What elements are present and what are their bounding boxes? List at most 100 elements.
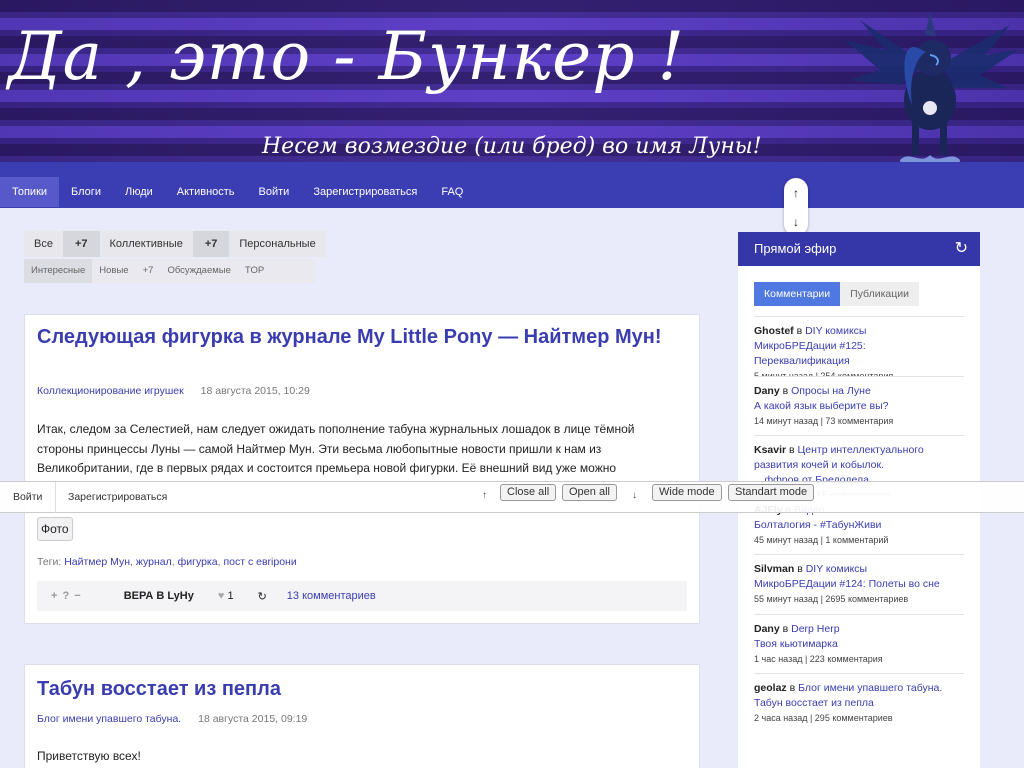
live-feed-item: geolaz в Блог имени упавшего табуна. Табу… [754,673,964,733]
live-feed-list: Ghostef в DIY комиксы МикроБРЕДации #125:… [754,316,964,733]
scroll-widget: ↑ ↓ [784,178,808,236]
site-subtitle: Несем возмездие (или бред) во имя Луны! [262,134,762,159]
feed-user-link[interactable]: Silvman [754,563,794,575]
topic-blog-link[interactable]: Блог имени упавшего табуна. [37,713,181,725]
nav-item-register[interactable]: Зарегистрироваться [301,177,429,207]
feed-in-label: в [796,325,803,337]
main-nav: Топики Блоги Люди Активность Войти Зарег… [0,162,1024,208]
nav-item-activity[interactable]: Активность [165,177,247,207]
standart-mode-button[interactable]: Standart mode [728,484,815,501]
filter-all[interactable]: Все [24,231,63,257]
filter-discussed[interactable]: Обсуждаемые [160,259,237,283]
live-feed-item: Dany в Опросы на Луне А какой язык выбери… [754,375,964,436]
feed-in-label: в [782,384,789,397]
feed-blog-link[interactable]: Опросы на Луне [791,385,871,397]
feed-topic-link[interactable]: Болталогия - #ТабунЖиви [754,519,881,531]
tag-link[interactable]: журнал [136,556,172,568]
bottom-toolbar: Войти Зарегистрироваться ↑ Close all Ope… [0,481,1024,513]
site-header: Да , это - Бункер ! Несем возмездие (или… [0,0,1024,162]
filter-row-primary: Все +7 Коллективные +7 Персональные [24,231,326,257]
live-feed-tabs: Комментарии Публикации [754,282,980,306]
topic-blog-link[interactable]: Коллекционирование игрушек [37,385,184,397]
open-all-button[interactable]: Open all [562,484,617,501]
tag-link[interactable]: Найтмер Мун [64,556,130,568]
feed-in-label: в [797,563,803,575]
scroll-up-icon[interactable]: ↑ [793,187,799,199]
feed-topic-link[interactable]: А какой язык выберите вы? [754,400,888,412]
filter-all-count: +7 [62,231,100,257]
filter-top[interactable]: TOP [238,259,271,283]
topic-text: Итак, следом за Селестией, нам следует о… [37,422,635,475]
toolbar-up-icon[interactable]: ↑ [482,490,487,501]
live-feed-item: Silvman в DIY комиксы МикроБРЕДации #124:… [754,554,964,614]
feed-user-link[interactable]: Ghostef [754,325,794,337]
nav-item-faq[interactable]: FAQ [429,177,475,207]
filter-row-secondary: Интересные Новые +7 Обсуждаемые TOP [24,259,316,283]
feed-meta: 1 час назад | 223 комментария [754,653,883,664]
topic-author[interactable]: ВЕРА В LyHy [94,590,204,602]
nav-item-topics[interactable]: Топики [0,177,60,207]
tag-link[interactable]: пост с евripони [223,556,296,568]
toolbar-register-button[interactable]: Зарегистрироваться [56,482,179,513]
feed-in-label: в [789,682,796,694]
topic-footer: + ? − ВЕРА В LyHy ♥ 1 ↻ 13 комментариев [37,581,687,611]
toolbar-down-icon[interactable]: ↓ [632,490,637,501]
feed-in-label: в [789,444,795,456]
live-feed-title: Прямой эфир [754,241,837,256]
topic-meta: Блог имени упавшего табуна. 18 августа 2… [37,713,307,725]
feed-in-label: в [782,622,789,635]
close-all-button[interactable]: Close all [500,484,557,501]
site-title[interactable]: Да , это - Бункер ! [8,18,685,95]
feed-topic-link[interactable]: Табун восстает из пепла [754,697,874,709]
share-icon[interactable]: ↻ [248,590,277,603]
topic-title[interactable]: Следующая фигурка в журнале My Little Po… [37,325,677,350]
feed-topic-link[interactable]: МикроБРЕДации #124: Полеты во сне [754,578,940,590]
filter-collective[interactable]: Коллективные [99,231,193,257]
comments-link[interactable]: 13 комментариев [277,590,376,602]
feed-user-link[interactable]: geolaz [754,682,787,694]
filter-personal[interactable]: Персональные [229,231,326,257]
topic-title[interactable]: Табун восстает из пепла [37,677,281,702]
scroll-down-icon[interactable]: ↓ [793,216,799,228]
tags-label: Теги: [37,556,62,568]
filter-new[interactable]: Новые [92,259,135,283]
topic-date: 18 августа 2015, 10:29 [200,385,310,397]
nav-item-login[interactable]: Войти [247,177,302,207]
feed-meta: 45 минут назад | 1 комментарий [754,534,889,545]
feed-user-link[interactable]: Ksavir [754,444,786,456]
topic-card: Табун восстает из пепла Блог имени упавш… [24,664,700,768]
topic-tags: Теги: Найтмер Мун, журнал, фигурка, пост… [37,556,297,568]
feed-blog-link[interactable]: Блог имени упавшего табуна. [798,682,942,694]
photo-tag-button[interactable]: Фото [37,517,73,541]
live-feed-header: Прямой эфир ↻ [738,232,980,266]
tag-link[interactable]: фигурка [178,556,218,568]
feed-blog-link[interactable]: Derp Herp [791,623,839,635]
feed-meta: 5 минут назад | 254 комментария [754,371,893,376]
feed-user-link[interactable]: Dany [754,623,780,635]
princess-luna-illustration [845,12,1018,162]
tab-comments[interactable]: Комментарии [754,282,841,306]
live-feed-item: Ghostef в DIY комиксы МикроБРЕДации #125:… [754,316,964,376]
topic-card: Следующая фигурка в журнале My Little Po… [24,314,700,624]
filter-new-count: +7 [142,265,154,276]
feed-meta: 2 часа назад | 295 комментариев [754,713,893,723]
nav-item-blogs[interactable]: Блоги [59,177,113,207]
wide-mode-button[interactable]: Wide mode [652,484,722,501]
toolbar-login-button[interactable]: Войти [0,482,57,513]
feed-blog-link[interactable]: DIY комиксы [806,563,867,575]
favourite-count: 1 [227,590,234,602]
feed-topic-link[interactable]: МикроБРЕДации #125: Переквалификация [754,340,866,367]
feed-user-link[interactable]: Dany [754,385,780,397]
feed-topic-link[interactable]: Твоя кьютимарка [754,638,838,650]
nav-item-people[interactable]: Люди [113,177,165,207]
tab-publications[interactable]: Публикации [840,282,919,306]
vote-controls[interactable]: + ? − [37,590,94,602]
topic-meta: Коллекционирование игрушек 18 августа 20… [37,385,310,397]
filter-interesting[interactable]: Интересные [24,259,93,283]
favourite-button[interactable]: ♥ 1 [204,590,248,602]
heart-icon: ♥ [217,590,225,602]
refresh-icon[interactable]: ↻ [955,232,968,266]
topic-filters: Все +7 Коллективные +7 Персональные Инте… [24,231,326,283]
feed-meta: 14 минут назад | 73 комментария [754,415,894,426]
feed-blog-link[interactable]: DIY комиксы [805,325,866,337]
